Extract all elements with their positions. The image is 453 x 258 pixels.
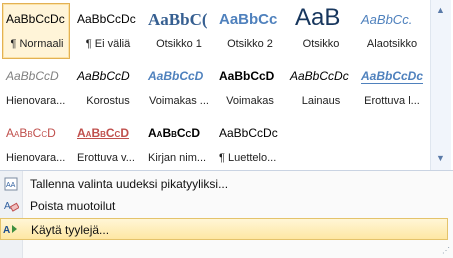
style-title[interactable]: AaB Otsikko [286,3,354,59]
style-preview: AaBbCc. [361,12,413,27]
style-preview: AaBbCcDc [77,12,136,26]
style-preview: AaBbCcD [148,69,204,83]
gallery-scrollbar[interactable]: ▲ ▼ [430,0,451,170]
style-label: Otsikko 1 [156,38,202,50]
quick-styles-gallery: AaBbCcDc ¶ Normaali AaBbCcDc ¶ Ei väliä … [0,0,430,170]
style-label: Lainaus [301,95,341,107]
style-label: Voimakas [226,95,274,107]
style-label: Otsikko 2 [227,38,273,50]
style-label: Korostus [86,95,130,107]
style-preview: AaBbCcD [77,126,129,140]
style-label: Erottuva l... [364,95,420,107]
style-preview: AaBbCcDc [361,69,424,84]
style-intense-emphasis[interactable]: AaBbCcD Voimakas ... [144,60,212,116]
style-preview: AaBbCcD [219,69,275,83]
style-intense-reference[interactable]: AaBbCcD Erottuva v... [73,117,141,173]
style-label: Alaotsikko [366,38,418,50]
resize-grip-icon[interactable]: ⋰ [442,246,450,255]
apply-styles[interactable]: Käytä tyylejä... [0,218,448,240]
style-label: ¶ Luettelo... [219,152,277,164]
scroll-down-icon[interactable]: ▼ [433,150,448,166]
style-label: Erottuva v... [77,152,135,164]
clear-formatting[interactable]: Poista muotoilut [24,195,450,217]
save-style-icon: AA [3,176,19,192]
style-label: Hienovara... [6,152,66,164]
scroll-up-icon[interactable]: ▲ [433,2,448,18]
style-label: Kirjan nim... [148,152,207,164]
style-label: Otsikko [302,38,340,50]
style-strong[interactable]: AaBbCcD Voimakas [215,60,283,116]
style-subtle-emphasis[interactable]: AaBbCcD Hienovara... [2,60,70,116]
style-subtle-reference[interactable]: AaBbCcD Hienovara... [2,117,70,173]
clear-formatting-icon: A [3,197,20,213]
style-preview: AaBbC( [148,10,208,29]
style-heading-2[interactable]: AaBbCc Otsikko 2 [215,3,283,59]
save-selection-as-quick-style[interactable]: Tallenna valinta uudeksi pikatyyliksi... [24,173,450,195]
style-preview: AaBbCcD [77,69,130,83]
style-subtitle[interactable]: AaBbCc. Alaotsikko [357,3,425,59]
style-preview: AaBbCcD [148,126,200,140]
style-preview: AaB [295,4,341,31]
apply-styles-icon: A [3,221,19,237]
style-no-spacing[interactable]: AaBbCcDc ¶ Ei väliä [73,3,141,59]
style-heading-1[interactable]: AaBbC( Otsikko 1 [144,3,212,59]
style-label: Hienovara... [6,95,66,107]
style-emphasis[interactable]: AaBbCcD Korostus [73,60,141,116]
style-preview: AaBbCc [219,11,278,28]
style-label: Voimakas ... [149,95,209,107]
style-list-paragraph[interactable]: AaBbCcDc ¶ Luettelo... [215,117,283,173]
style-label: ¶ Normaali [10,38,64,50]
apply-styles-label: Käytä tyylejä... [31,223,110,237]
style-intense-quote[interactable]: AaBbCcDc Erottuva l... [357,60,425,116]
style-normal[interactable]: AaBbCcDc ¶ Normaali [2,3,70,59]
style-label: ¶ Ei väliä [85,38,131,50]
style-preview: AaBbCcD [6,126,56,140]
styles-menu: AA Tallenna valinta uudeksi pikatyyliksi… [0,170,453,258]
style-preview: AaBbCcDc [6,12,65,26]
style-book-title[interactable]: AaBbCcD Kirjan nim... [144,117,212,173]
svg-text:A: A [3,225,10,236]
style-preview: AaBbCcD [6,69,59,83]
svg-text:AA: AA [6,182,16,189]
style-preview: AaBbCcDc [290,69,349,83]
style-preview: AaBbCcDc [219,126,278,140]
style-quote[interactable]: AaBbCcDc Lainaus [286,60,354,116]
